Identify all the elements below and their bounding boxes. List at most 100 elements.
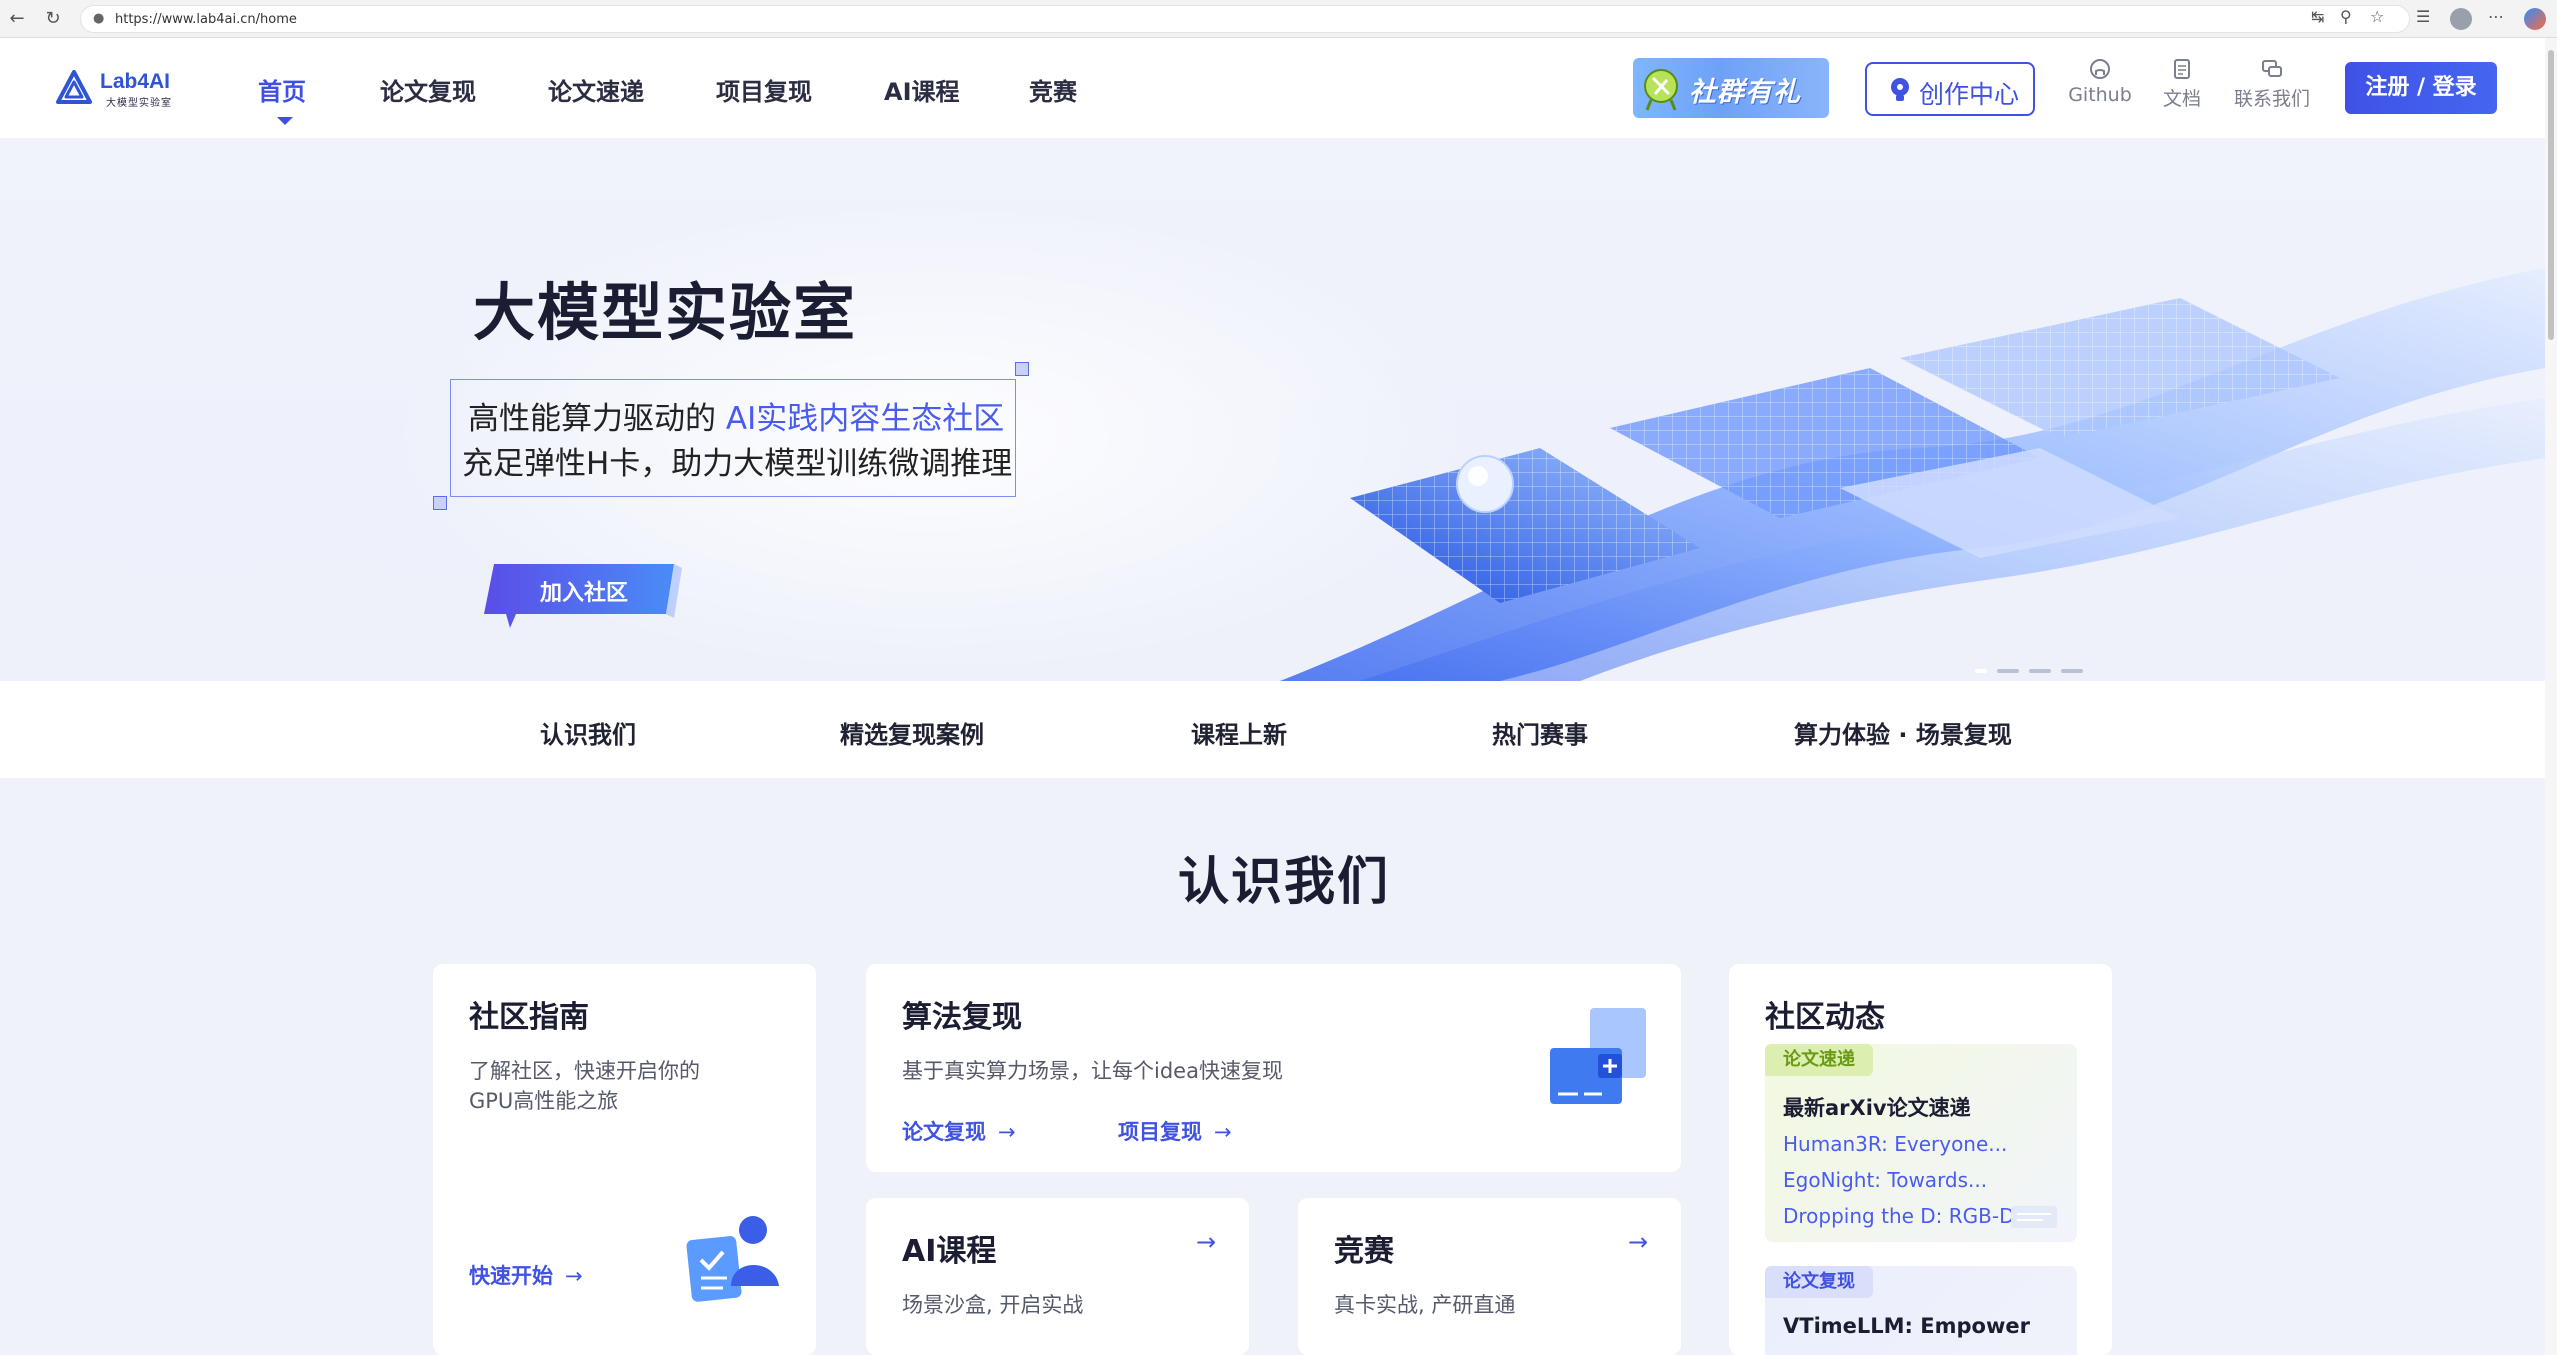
nav-paper-reproduction[interactable]: 论文复现 — [380, 72, 476, 107]
carousel-dot[interactable] — [1997, 669, 2019, 673]
community-guide-desc-line2: GPU高性能之旅 — [469, 1089, 619, 1113]
competition-desc: 真卡实战, 产研直通 — [1334, 1293, 1516, 1317]
github-label: Github — [2068, 84, 2132, 106]
nav-home[interactable]: 首页 — [258, 72, 306, 107]
carousel-dot[interactable] — [2029, 669, 2051, 673]
carousel-indicators — [1975, 658, 2093, 673]
favorites-list-icon[interactable]: ☰ — [2416, 7, 2430, 31]
feed-tag-paper-reproduction: 论文复现 — [1765, 1266, 1873, 1298]
carousel-dot[interactable] — [2061, 669, 2083, 673]
section-tabs: 认识我们 精选复现案例 课程上新 热门赛事 算力体验 · 场景复现 — [0, 681, 2545, 778]
url-text: https://www.lab4ai.cn/home — [115, 12, 297, 27]
feed-headline-arxiv: 最新arXiv论文速递 — [1783, 1096, 1971, 1120]
register-login-button[interactable]: 注册 / 登录 — [2345, 62, 2497, 114]
competition-title: 竞赛 — [1334, 1234, 1394, 1269]
creator-center-button[interactable]: 创作中心 — [1865, 62, 2035, 116]
ai-course-desc: 场景沙盒, 开启实战 — [902, 1293, 1084, 1317]
contact-label: 联系我们 — [2234, 88, 2311, 110]
document-icon — [2174, 59, 2190, 79]
frame-handle-top-right — [1015, 362, 1029, 376]
quick-start-label: 快速开始 — [469, 1264, 553, 1288]
favorite-icon[interactable]: ☆ — [2370, 7, 2384, 31]
project-reproduction-link[interactable]: 项目复现 → — [1118, 1116, 1232, 1146]
arrow-right-icon: → — [998, 1120, 1016, 1144]
copilot-icon[interactable] — [2524, 8, 2546, 30]
community-feed-card: 社区动态 论文速递 最新arXiv论文速递 Human3R: Everyone.… — [1729, 964, 2112, 1355]
algorithm-reproduction-title: 算法复现 — [902, 1000, 1022, 1035]
community-guide-desc-line1: 了解社区，快速开启你的 — [469, 1059, 700, 1083]
section-tab-cases[interactable]: 精选复现案例 — [840, 715, 984, 750]
reload-icon[interactable]: ↻ — [42, 8, 64, 30]
feed-headline-vtimellm: VTimeLLM: Empower — [1783, 1314, 2030, 1338]
translate-icon[interactable]: ↹ — [2311, 7, 2324, 31]
feed-item-link[interactable]: Dropping the D: RGB-D... — [1783, 1204, 2034, 1228]
chat-icon — [2262, 60, 2282, 77]
section-tab-about[interactable]: 认识我们 — [540, 715, 636, 750]
gift-badge-icon — [1644, 69, 1678, 111]
ai-course-title: AI课程 — [902, 1234, 997, 1269]
community-gift-label: 社群有礼 — [1689, 77, 1801, 108]
join-community-label: 加入社区 — [540, 581, 629, 606]
community-feed-title: 社区动态 — [1765, 1000, 1885, 1035]
ai-course-card[interactable]: AI课程 → 场景沙盒, 开启实战 — [866, 1198, 1249, 1355]
github-link[interactable]: Github — [2068, 58, 2132, 106]
carousel-dot[interactable] — [1975, 669, 1987, 673]
lightbulb-icon — [1891, 78, 1909, 101]
nav-paper-express[interactable]: 论文速递 — [548, 72, 644, 107]
quick-start-link[interactable]: 快速开始 → — [469, 1260, 583, 1290]
section-title: 认识我们 — [1178, 853, 1391, 912]
hero-subtitle-line1: 高性能算力驱动的 AI实践内容生态社区 — [468, 393, 1004, 438]
arrow-right-icon: → — [1628, 1228, 1649, 1256]
hero-subtitle-prefix: 高性能算力驱动的 — [468, 401, 726, 437]
nav-project-reproduction[interactable]: 项目复现 — [716, 72, 812, 107]
paper-reproduction-link[interactable]: 论文复现 → — [902, 1116, 1016, 1146]
competition-card[interactable]: 竞赛 → 真卡实战, 产研直通 — [1298, 1198, 1681, 1355]
community-guide-card[interactable]: 社区指南 了解社区，快速开启你的 GPU高性能之旅 快速开始 → — [433, 964, 816, 1355]
docs-label: 文档 — [2162, 88, 2201, 110]
site-logo[interactable]: Lab4AI 大模型实验室 — [56, 68, 186, 109]
nav-ai-courses[interactable]: AI课程 — [884, 72, 960, 107]
feed-tag-paper-express: 论文速递 — [1765, 1044, 1873, 1076]
site-header: Lab4AI 大模型实验室 首页 论文复现 论文速递 项目复现 AI课程 竞赛 … — [0, 38, 2557, 138]
hero-banner: 大模型实验室 高性能算力驱动的 AI实践内容生态社区 充足弹性H卡，助力大模型训… — [0, 138, 2545, 681]
more-icon[interactable]: ⋯ — [2488, 7, 2504, 31]
paper-reproduction-label: 论文复现 — [902, 1120, 986, 1144]
nav-competitions[interactable]: 竞赛 — [1029, 72, 1077, 107]
hero-subtitle-line2: 充足弹性H卡，助力大模型训练微调推理 — [462, 446, 1013, 482]
zoom-icon[interactable]: ⚲ — [2340, 7, 2352, 31]
hero-subtitle-highlight: AI实践内容生态社区 — [725, 401, 1005, 437]
profile-avatar[interactable] — [2450, 8, 2472, 30]
algorithm-reproduction-desc: 基于真实算力场景，让每个idea快速复现 — [902, 1059, 1283, 1083]
arrow-right-icon: → — [565, 1264, 583, 1288]
hero-title: 大模型实验室 — [473, 276, 858, 349]
frame-handle-bottom-left — [433, 496, 447, 510]
nav-active-indicator-icon — [277, 117, 293, 125]
logo-title: Lab4AI — [100, 70, 171, 93]
page-scrollbar-thumb[interactable] — [2548, 50, 2554, 340]
add-card-icon — [1550, 1008, 1646, 1104]
arrow-right-icon: → — [1196, 1228, 1217, 1256]
docs-link[interactable]: 文档 — [2160, 58, 2204, 111]
project-reproduction-label: 项目复现 — [1118, 1120, 1202, 1144]
feed-item-link[interactable]: EgoNight: Towards... — [1783, 1168, 1987, 1192]
algorithm-reproduction-card: 算法复现 基于真实算力场景，让每个idea快速复现 论文复现 → 项目复现 → — [866, 964, 1681, 1172]
address-bar[interactable]: ● https://www.lab4ai.cn/home — [80, 5, 2410, 33]
arrow-right-icon: → — [1214, 1120, 1232, 1144]
section-tab-hot-contests[interactable]: 热门赛事 — [1492, 715, 1588, 750]
section-tab-new-courses[interactable]: 课程上新 — [1191, 715, 1287, 750]
creator-center-label: 创作中心 — [1919, 80, 2020, 109]
back-icon[interactable]: ← — [6, 8, 28, 30]
logo-subtitle: 大模型实验室 — [106, 98, 172, 109]
join-community-button[interactable]: 加入社区 — [476, 558, 682, 638]
feed-item-link[interactable]: Human3R: Everyone... — [1783, 1132, 2007, 1156]
community-guide-desc: 了解社区，快速开启你的 GPU高性能之旅 — [469, 1056, 700, 1116]
about-section: 认识我们 社区指南 了解社区，快速开启你的 GPU高性能之旅 快速开始 → 算法复… — [0, 778, 2545, 1355]
hero-illustration — [1280, 268, 2545, 681]
browser-toolbar: ← ↻ ● https://www.lab4ai.cn/home ↹ ⚲ ☆ ☰… — [0, 0, 2557, 38]
github-icon — [2090, 59, 2110, 79]
section-tab-compute[interactable]: 算力体验 · 场景复现 — [1794, 715, 2012, 750]
user-checklist-icon — [686, 1216, 779, 1302]
community-gift-banner[interactable]: 社群有礼 — [1633, 58, 1829, 118]
community-guide-title: 社区指南 — [469, 1000, 589, 1035]
contact-link[interactable]: 联系我们 — [2234, 58, 2310, 111]
